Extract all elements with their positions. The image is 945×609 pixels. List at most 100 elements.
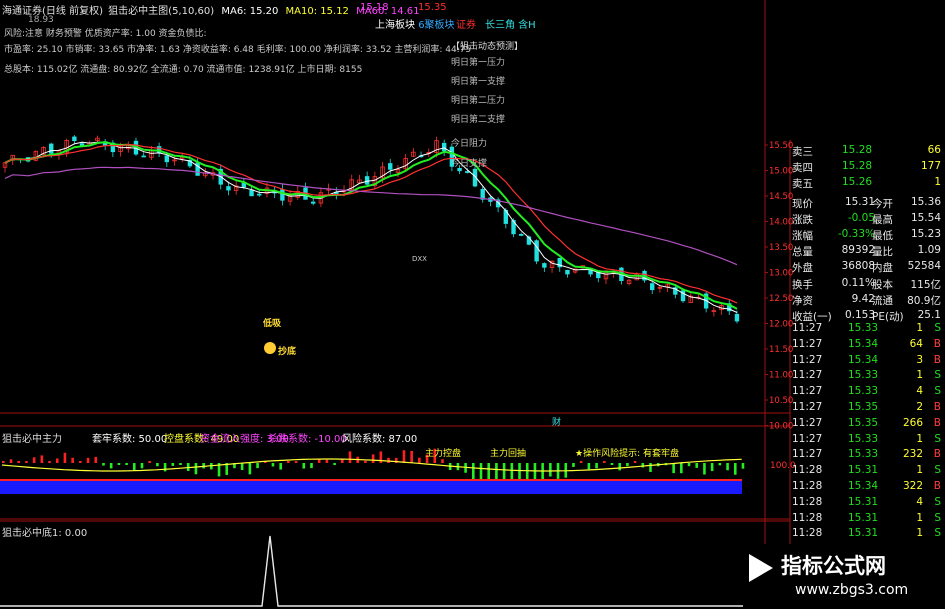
tick-side: S bbox=[934, 511, 941, 524]
indicator-panel-name[interactable]: 狙击必中主力 bbox=[2, 430, 62, 445]
ma5-value: MA6: 15.20 bbox=[221, 6, 279, 17]
indicator-up-bar bbox=[441, 459, 444, 463]
indicator-up-bar bbox=[418, 457, 421, 463]
indicator-up-bar bbox=[2, 461, 5, 463]
tick-side: S bbox=[934, 495, 941, 508]
tick-time: 11:27 bbox=[792, 337, 823, 350]
price-badge: 15.35 bbox=[418, 2, 447, 13]
indicator-up-bar bbox=[71, 457, 74, 463]
indicator-up-bar bbox=[294, 461, 298, 463]
sell-label: 卖三 bbox=[792, 146, 813, 158]
tick-price: 15.33 bbox=[848, 322, 879, 334]
tick-side: S bbox=[934, 322, 941, 334]
indicator-red-strip bbox=[0, 479, 742, 481]
candle-body bbox=[519, 233, 524, 236]
stat-value-2: 80.9亿 bbox=[907, 294, 941, 307]
menu-item-today-resistance[interactable]: 今日阻力 bbox=[451, 136, 487, 149]
indicator-up-bar bbox=[348, 451, 352, 463]
finance-marker[interactable]: 财 bbox=[552, 415, 561, 428]
menu-item-today-support[interactable]: 今日支撑 bbox=[451, 156, 487, 169]
indicator-up-bar bbox=[63, 452, 67, 463]
tick-price: 15.33 bbox=[848, 448, 879, 461]
candle-body bbox=[310, 201, 316, 204]
sell-price: 15.26 bbox=[842, 176, 873, 188]
tick-time: 11:28 bbox=[792, 511, 823, 524]
stat-key-2: 量比 bbox=[872, 246, 893, 259]
indicator-down-bar bbox=[302, 463, 306, 469]
indicator-down-bar bbox=[279, 463, 282, 470]
stat-row: 现价 15.31 今开 15.36 bbox=[790, 195, 945, 211]
stat-row: 外盘 36808 内盘 52584 bbox=[790, 259, 945, 275]
mid-chart-label: DXX bbox=[412, 255, 427, 263]
candle-body bbox=[565, 269, 570, 275]
indicator-up-bar bbox=[287, 461, 290, 463]
stat-value: 36808 bbox=[841, 260, 875, 273]
stat-value: 89392 bbox=[841, 244, 875, 257]
candle-body bbox=[226, 186, 231, 191]
stat-value: 0.11% bbox=[841, 276, 875, 289]
tick-row: 11:27 15.34 3 B bbox=[790, 353, 945, 369]
tick-price: 15.34 bbox=[848, 480, 879, 492]
indicator-blue-band bbox=[0, 480, 742, 494]
indicator-up-bar bbox=[48, 461, 51, 463]
indicator-down-bar bbox=[703, 463, 706, 475]
indicator-down-bar bbox=[271, 463, 275, 467]
sell-volume: 66 bbox=[927, 144, 941, 156]
sell-price: 15.28 bbox=[842, 144, 873, 156]
tick-side: S bbox=[934, 369, 941, 382]
stat-key-2: 最低 bbox=[872, 230, 893, 243]
tick-volume: 1 bbox=[916, 464, 923, 477]
stat-value-2: 115亿 bbox=[910, 278, 941, 291]
stat-value: -0.33% bbox=[837, 228, 875, 241]
indicator-param-1: 套牢系数: 50.00 bbox=[92, 434, 168, 445]
menu-item-resistance-1[interactable]: 明日第一压力 bbox=[451, 55, 505, 68]
tick-price: 15.35 bbox=[848, 401, 879, 413]
indicator-down-bar bbox=[125, 463, 128, 465]
menu-item-support-2[interactable]: 明日第二支撑 bbox=[451, 112, 505, 125]
tick-side: B bbox=[933, 448, 941, 461]
candle-body bbox=[388, 163, 393, 170]
tag-securities[interactable]: 证券 bbox=[456, 16, 476, 31]
stat-key-2: 今开 bbox=[872, 198, 893, 210]
board-label[interactable]: 上海板块 bbox=[375, 20, 415, 31]
site-watermark: 指标公式网 www.zbgs3.com bbox=[743, 544, 945, 609]
tick-row: 11:27 15.33 232 B bbox=[790, 447, 945, 463]
info-line-1: 风险:注意 财务预警 优质资产率: 1.00 资金负债比: bbox=[4, 29, 207, 39]
indicator-down-bar bbox=[179, 463, 182, 465]
indicator-down-bar bbox=[510, 463, 514, 479]
tick-row: 11:28 15.34 322 B bbox=[790, 479, 945, 495]
stat-key: 总量 bbox=[792, 246, 813, 259]
indicator-down-bar bbox=[487, 463, 491, 479]
menu-item-resistance-2[interactable]: 明日第二压力 bbox=[451, 93, 505, 106]
menu-item-support-1[interactable]: 明日第一支撑 bbox=[451, 74, 505, 87]
board-tags: 上海板块 6聚板块 bbox=[375, 16, 455, 31]
candlestick-series bbox=[2, 135, 740, 324]
tick-side: S bbox=[934, 464, 941, 477]
left-price: 18.93 bbox=[28, 15, 54, 25]
tick-time: 11:28 bbox=[792, 480, 823, 492]
indicator-up-bar bbox=[379, 451, 383, 463]
tag-region[interactable]: 长三角 含H bbox=[485, 16, 536, 31]
sell-row: 卖四 15.28 177 bbox=[790, 159, 945, 175]
bottom-panel-name[interactable]: 狙击必中底1: 0.00 bbox=[2, 524, 87, 539]
indicator-down-bar bbox=[502, 463, 506, 479]
moving-average-lines bbox=[4, 141, 738, 313]
indicator-down-bar bbox=[156, 463, 159, 467]
tick-volume: 266 bbox=[902, 416, 923, 429]
tick-price: 15.31 bbox=[848, 495, 879, 508]
tick-price: 15.34 bbox=[848, 353, 879, 366]
tick-row: 11:28 15.31 1 S bbox=[790, 463, 945, 479]
stat-key-2: 内盘 bbox=[872, 262, 893, 275]
candle-body bbox=[534, 240, 539, 262]
tick-row: 11:27 15.35 2 B bbox=[790, 400, 945, 416]
tick-volume: 2 bbox=[916, 401, 923, 413]
low-buy-label: 低吸 bbox=[263, 319, 282, 329]
indicator-name[interactable]: 狙击必中主图(5,10,60) bbox=[108, 6, 214, 17]
indicator-down-bar bbox=[102, 463, 105, 466]
indicator-down-bar bbox=[687, 463, 691, 467]
indicator-down-bar bbox=[626, 463, 629, 467]
indicator-note-1: 主力控盘 bbox=[425, 449, 462, 459]
tick-row: 11:27 15.33 1 S bbox=[790, 432, 945, 448]
stat-value-2: 15.23 bbox=[910, 228, 941, 241]
indicator-up-bar bbox=[25, 461, 28, 463]
